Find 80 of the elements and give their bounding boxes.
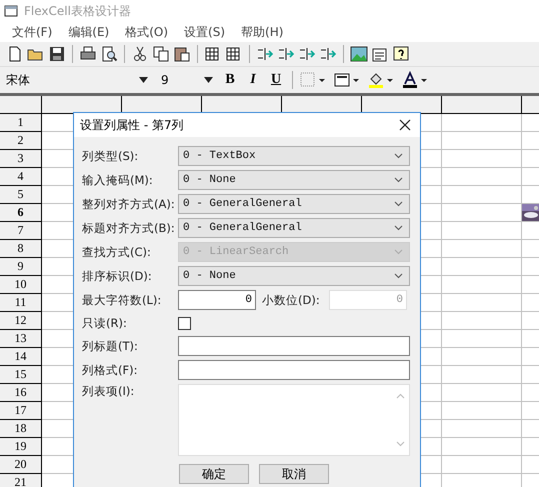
image-icon[interactable] (350, 45, 368, 63)
chevron-icon (394, 201, 403, 207)
paste-icon[interactable] (173, 45, 191, 63)
row-header[interactable]: 9 (0, 258, 42, 276)
cut-icon[interactable] (131, 45, 149, 63)
field-label: 列类型(S): (82, 148, 140, 164)
field-label: 小数位(D): (261, 292, 321, 308)
field-label: 只读(R): (82, 316, 128, 330)
fill-color-icon[interactable] (367, 71, 385, 89)
bold-button[interactable]: B (220, 70, 240, 90)
dropdown[interactable]: 0 - None (178, 266, 410, 286)
row-header[interactable]: 14 (0, 348, 42, 366)
column-header[interactable] (442, 96, 522, 114)
checkbox[interactable] (178, 316, 191, 330)
chevron-icon (394, 225, 403, 231)
dialog-title: 设置列属性 - 第7列 (80, 116, 184, 134)
close-icon[interactable] (399, 119, 411, 131)
row-header[interactable]: 8 (0, 240, 42, 258)
font-combo[interactable]: 宋体 (2, 70, 152, 90)
field-label: 列格式(F): (82, 362, 138, 378)
align-icon[interactable] (333, 71, 351, 89)
dropdown[interactable]: 0 - GeneralGeneral (178, 194, 410, 214)
font-color-icon[interactable] (401, 71, 419, 89)
dropdown[interactable]: 0 - None (178, 170, 410, 190)
row-header[interactable]: 12 (0, 312, 42, 330)
underline-button[interactable]: U (266, 70, 286, 90)
row-header[interactable]: 5 (0, 186, 42, 204)
column-header[interactable] (362, 96, 442, 114)
chevron-icon (394, 177, 403, 183)
column-header[interactable] (42, 96, 122, 114)
row-header[interactable]: 1 (0, 114, 42, 132)
row-header[interactable]: 17 (0, 402, 42, 420)
help-icon[interactable] (392, 45, 410, 63)
field-label: 输入掩码(M): (82, 172, 154, 188)
print-preview-icon[interactable] (100, 45, 118, 63)
window-title: FlexCell表格设计器 (24, 2, 131, 20)
dialog-button[interactable]: 确定 (179, 464, 249, 484)
chevron-icon (394, 249, 403, 255)
field-label: 整列对齐方式(A): (82, 196, 176, 212)
menu-item[interactable]: 格式(O) (117, 24, 176, 40)
row-header[interactable]: 20 (0, 456, 42, 474)
row-header[interactable]: 11 (0, 294, 42, 312)
row-header[interactable]: 7 (0, 222, 42, 240)
row-header[interactable]: 19 (0, 438, 42, 456)
menu-item[interactable]: 编辑(E) (60, 24, 118, 40)
input-field[interactable]: 0 (178, 290, 256, 310)
row-header[interactable]: 16 (0, 384, 42, 402)
row-header[interactable]: 13 (0, 330, 42, 348)
dialog-button[interactable]: 取消 (259, 464, 329, 484)
chevron-icon (394, 273, 403, 279)
field-label: 查找方式(C): (82, 244, 152, 260)
field-label: 排序标识(D): (82, 268, 153, 284)
menu-item[interactable]: 帮助(H) (233, 24, 292, 40)
row-header[interactable]: 21 (0, 474, 42, 487)
field-label: 列表项(I): (82, 384, 136, 399)
field-label: 最大字符数(L): (82, 292, 162, 308)
row-header[interactable]: 10 (0, 276, 42, 294)
dropdown[interactable]: 0 - TextBox (178, 146, 410, 166)
save-icon[interactable] (48, 45, 66, 63)
row-header[interactable]: 3 (0, 150, 42, 168)
copy-icon[interactable] (152, 45, 170, 63)
row-header[interactable]: 15 (0, 366, 42, 384)
dropdown-arrow-icon (139, 77, 148, 83)
menu-item[interactable]: 设置(S) (176, 24, 234, 40)
field-label: 标题对齐方式(B): (82, 220, 176, 236)
menu-item[interactable]: 文件(F) (4, 24, 60, 40)
chevron-icon (394, 153, 403, 159)
dropdown-arrow-icon (204, 77, 213, 83)
corner-header (0, 96, 42, 114)
row-header[interactable]: 18 (0, 420, 42, 438)
italic-button[interactable]: I (243, 70, 263, 90)
input-field[interactable] (178, 360, 410, 380)
input-field[interactable] (178, 336, 410, 356)
app-icon (4, 5, 18, 17)
dropdown[interactable]: 0 - GeneralGeneral (178, 218, 410, 238)
field-label: 列标题(T): (82, 338, 139, 354)
size-combo[interactable]: 9 (157, 70, 217, 90)
row-header[interactable]: 6 (0, 204, 42, 222)
row-header[interactable]: 2 (0, 132, 42, 150)
row-header[interactable]: 4 (0, 168, 42, 186)
